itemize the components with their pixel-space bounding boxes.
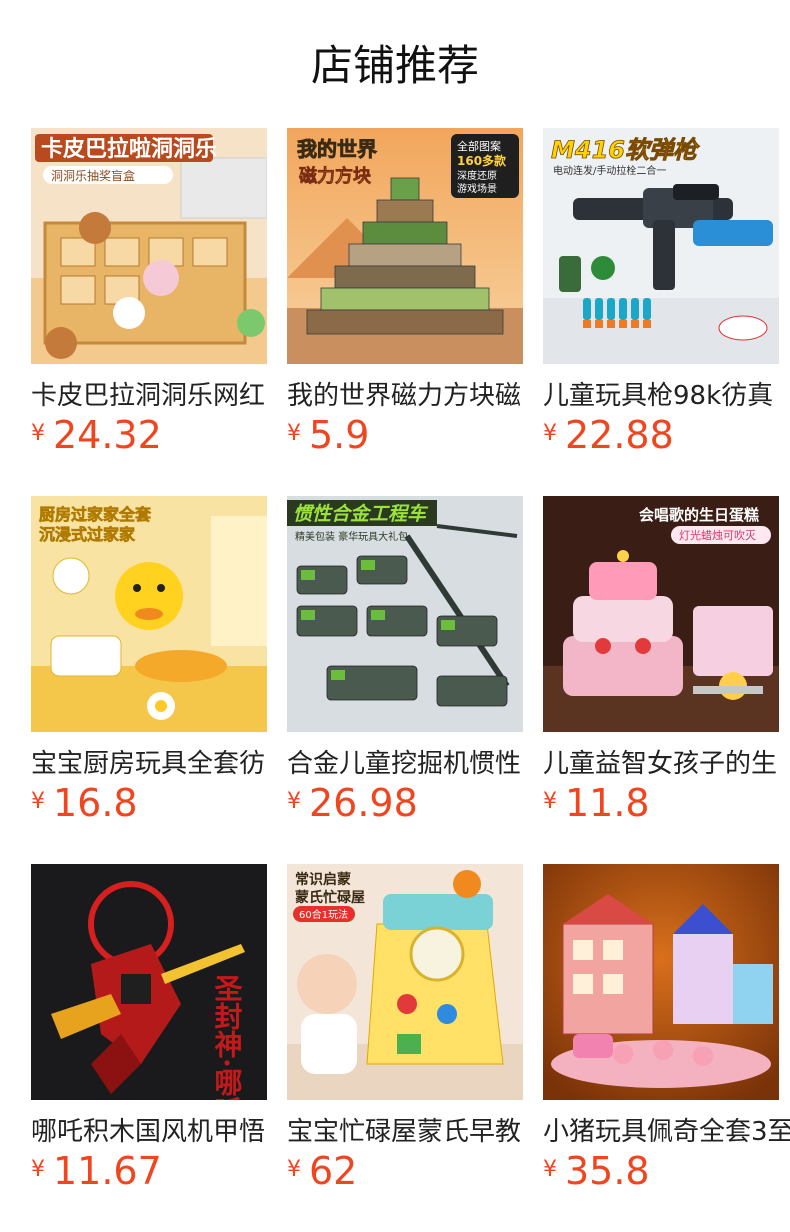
product-name[interactable]: 宝宝忙碌屋蒙氏早教 bbox=[287, 1112, 535, 1152]
section-title: 店铺推荐 bbox=[310, 41, 479, 90]
currency-symbol: ¥ bbox=[287, 1156, 301, 1182]
image-sub-banner: 磁力方块 bbox=[299, 165, 372, 187]
image-banner: 常识启蒙 bbox=[295, 871, 351, 888]
currency-symbol: ¥ bbox=[543, 420, 557, 446]
image-sub-banner: 电动连发/手动拉栓二合一 bbox=[553, 164, 666, 177]
currency-symbol: ¥ bbox=[31, 1156, 45, 1182]
product-price: ¥35.8 bbox=[543, 1149, 650, 1199]
image-banner: 卡皮巴拉啦洞洞乐 bbox=[41, 136, 217, 162]
product-name[interactable]: 合金儿童挖掘机惯性 bbox=[287, 744, 535, 784]
product-price: ¥16.8 bbox=[31, 781, 138, 831]
product-image[interactable] bbox=[543, 864, 779, 1100]
price-value: 35.8 bbox=[565, 1149, 650, 1193]
tag-line: 全部图案 bbox=[457, 139, 501, 153]
product-price: ¥11.67 bbox=[31, 1149, 162, 1199]
product-price: ¥26.98 bbox=[287, 781, 418, 831]
image-banner: 惯性合金工程车 bbox=[293, 503, 429, 525]
product-image[interactable]: 常识启蒙 蒙氏忙碌屋 60合1玩法 bbox=[287, 864, 523, 1100]
image-sub-banner: 蒙氏忙碌屋 bbox=[295, 889, 365, 906]
product-card[interactable]: 小猪玩具佩奇全套3至 ¥35.8 bbox=[543, 864, 790, 1222]
product-name[interactable]: 儿童益智女孩子的生 bbox=[543, 744, 790, 784]
image-banner: M416软弹枪 bbox=[551, 136, 700, 164]
image-banner: 我的世界 bbox=[297, 137, 377, 161]
product-name[interactable]: 儿童玩具枪98k彷真 bbox=[543, 376, 790, 416]
product-price: ¥22.88 bbox=[543, 413, 674, 463]
product-name[interactable]: 我的世界磁力方块磁 bbox=[287, 376, 535, 416]
product-image[interactable]: 圣封神·哪吒 bbox=[31, 864, 267, 1100]
price-value: 5.9 bbox=[309, 413, 370, 457]
product-price: ¥24.32 bbox=[31, 413, 162, 463]
product-grid: 卡皮巴拉啦洞洞乐 洞洞乐抽奖盲盒 卡皮巴拉洞洞乐网红 ¥24.32 我的世界 磁… bbox=[31, 128, 790, 1222]
currency-symbol: ¥ bbox=[31, 788, 45, 814]
image-banner: 厨房过家家全套 bbox=[39, 505, 152, 524]
image-badge: 60合1玩法 bbox=[299, 908, 348, 921]
price-value: 22.88 bbox=[565, 413, 674, 457]
product-name[interactable]: 哪吒积木国风机甲悟 bbox=[31, 1112, 279, 1152]
product-card[interactable]: 圣封神·哪吒 哪吒积木国风机甲悟 ¥11.67 bbox=[31, 864, 267, 1222]
product-name[interactable]: 宝宝厨房玩具全套彷 bbox=[31, 744, 279, 784]
product-image[interactable]: 惯性合金工程车 精美包装 豪华玩具大礼包 bbox=[287, 496, 523, 732]
product-card[interactable]: M416软弹枪 电动连发/手动拉栓二合一 儿童玩具枪98k彷真 ¥22.88 bbox=[543, 128, 779, 486]
product-card[interactable]: 厨房过家家全套 沉浸式过家家 宝宝厨房玩具全套彷 ¥16.8 bbox=[31, 496, 267, 854]
price-value: 24.32 bbox=[53, 413, 162, 457]
price-value: 26.98 bbox=[309, 781, 418, 825]
tag-line: 游戏场景 bbox=[457, 182, 497, 195]
image-sub-banner: 精美包装 豪华玩具大礼包 bbox=[295, 530, 408, 543]
image-sub-banner: 灯光蜡烛可吹灭 bbox=[679, 528, 756, 542]
image-sub-banner: 沉浸式过家家 bbox=[39, 525, 136, 544]
currency-symbol: ¥ bbox=[287, 788, 301, 814]
product-image[interactable]: 会唱歌的生日蛋糕 灯光蜡烛可吹灭 bbox=[543, 496, 779, 732]
image-sub-banner: 洞洞乐抽奖盲盒 bbox=[51, 168, 135, 183]
product-image[interactable]: 厨房过家家全套 沉浸式过家家 bbox=[31, 496, 267, 732]
product-card[interactable]: 常识启蒙 蒙氏忙碌屋 60合1玩法 宝宝忙碌屋蒙氏早教 ¥62 bbox=[287, 864, 523, 1222]
currency-symbol: ¥ bbox=[543, 788, 557, 814]
shop-recommendation-page: 店铺推荐 卡皮巴拉啦洞洞乐 洞洞乐抽奖盲盒 卡皮巴拉洞洞乐网红 ¥ 24.32 … bbox=[0, 0, 790, 1232]
tag-line: 深度还原 bbox=[457, 169, 497, 182]
price-value: 11.8 bbox=[565, 781, 650, 825]
product-card[interactable]: 惯性合金工程车 精美包装 豪华玩具大礼包 合金儿童挖掘机惯性 ¥26.98 bbox=[287, 496, 523, 854]
product-image[interactable]: M416软弹枪 电动连发/手动拉栓二合一 bbox=[543, 128, 779, 364]
product-price: ¥5.9 bbox=[287, 413, 369, 463]
price-value: 16.8 bbox=[53, 781, 138, 825]
product-card[interactable]: 我的世界 磁力方块 全部图案 160多款 深度还原 游戏场景 我的世界磁力方块磁… bbox=[287, 128, 523, 486]
product-price: ¥62 bbox=[287, 1149, 357, 1199]
tag-line: 160多款 bbox=[457, 153, 507, 168]
currency-symbol: ¥ bbox=[31, 420, 45, 446]
product-image[interactable]: 我的世界 磁力方块 全部图案 160多款 深度还原 游戏场景 bbox=[287, 128, 523, 364]
price-value: 62 bbox=[309, 1149, 358, 1193]
product-name[interactable]: 小猪玩具佩奇全套3至 bbox=[543, 1112, 790, 1152]
product-card[interactable]: 卡皮巴拉啦洞洞乐 洞洞乐抽奖盲盒 卡皮巴拉洞洞乐网红 ¥24.32 bbox=[31, 128, 267, 486]
product-image[interactable]: 卡皮巴拉啦洞洞乐 洞洞乐抽奖盲盒 bbox=[31, 128, 267, 364]
currency-symbol: ¥ bbox=[543, 1156, 557, 1182]
product-card[interactable]: 会唱歌的生日蛋糕 灯光蜡烛可吹灭 儿童益智女孩子的生 ¥11.8 bbox=[543, 496, 779, 854]
image-banner: 圣封神·哪吒 bbox=[211, 974, 244, 1100]
image-banner: 会唱歌的生日蛋糕 bbox=[639, 506, 759, 524]
product-name[interactable]: 卡皮巴拉洞洞乐网红 bbox=[31, 376, 279, 416]
price-value: 11.67 bbox=[53, 1149, 162, 1193]
product-price: ¥11.8 bbox=[543, 781, 650, 831]
currency-symbol: ¥ bbox=[287, 420, 301, 446]
